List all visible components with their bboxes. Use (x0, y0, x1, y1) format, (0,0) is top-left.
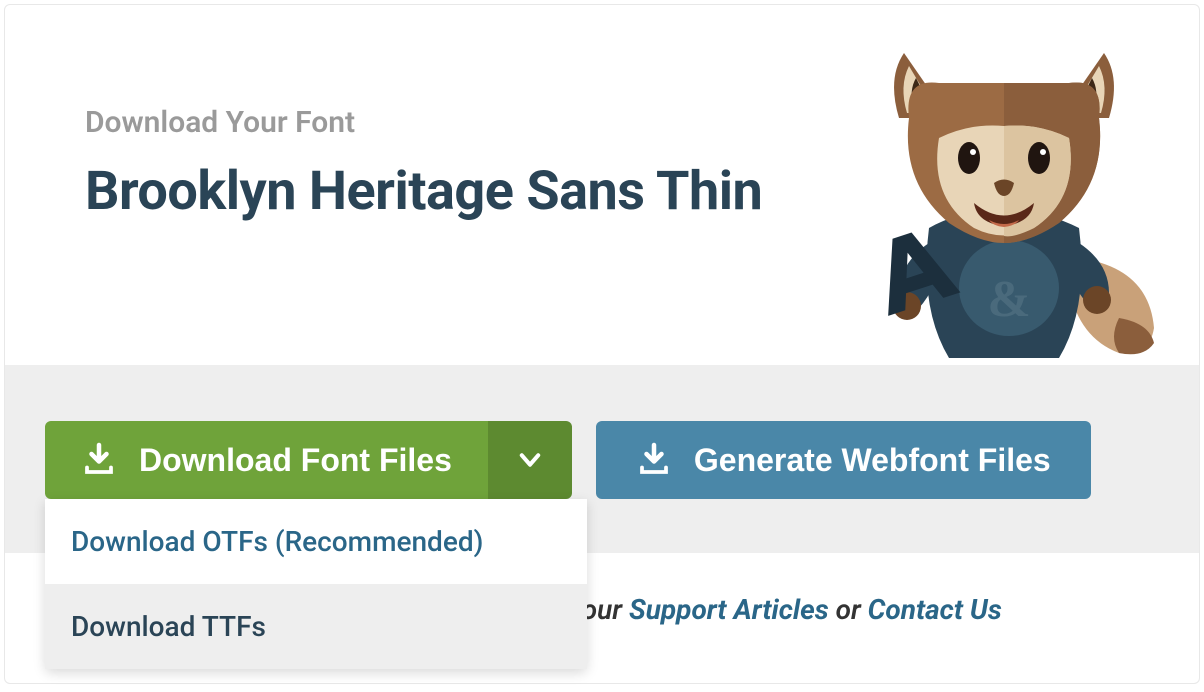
generate-webfont-label: Generate Webfont Files (694, 442, 1051, 479)
chevron-down-icon (516, 446, 544, 474)
generate-webfont-button[interactable]: Generate Webfont Files (596, 421, 1091, 499)
download-split-button: Download Font Files Download OTFs (Recom… (45, 421, 572, 493)
download-icon (81, 442, 117, 478)
footer-or: or (829, 593, 868, 626)
contact-us-link[interactable]: Contact Us (868, 593, 1002, 626)
svg-text:&: & (987, 271, 1030, 328)
download-dropdown-toggle[interactable] (488, 421, 572, 499)
mascot-illustration: & (809, 28, 1169, 368)
dropdown-item-ttf[interactable]: Download TTFs (45, 584, 587, 669)
support-articles-link[interactable]: Support Articles (629, 593, 829, 626)
download-dropdown-menu: Download OTFs (Recommended) Download TTF… (45, 499, 587, 669)
dropdown-item-otf[interactable]: Download OTFs (Recommended) (45, 499, 587, 584)
download-font-files-button[interactable]: Download Font Files (45, 421, 488, 499)
download-font-files-label: Download Font Files (139, 442, 452, 479)
download-icon (636, 442, 672, 478)
